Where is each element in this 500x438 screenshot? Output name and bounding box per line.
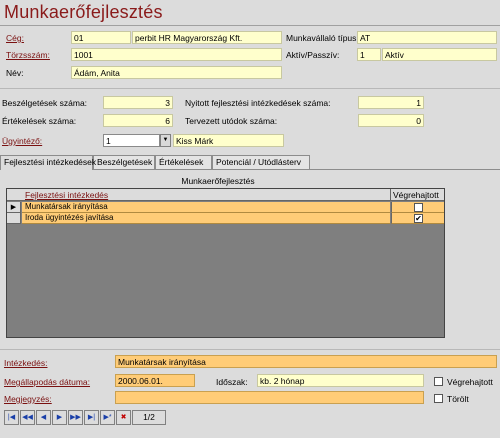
torolt-checkbox[interactable]: [434, 394, 443, 403]
ceg-code-field[interactable]: 01: [71, 31, 131, 44]
record-selector[interactable]: [7, 213, 21, 224]
next-record-icon[interactable]: ▶: [52, 410, 67, 425]
vegrehajtott-checkbox[interactable]: [414, 203, 423, 212]
tipus-label: Munkavállaló típus:: [286, 33, 359, 43]
ugyintezo-combo[interactable]: 1: [103, 134, 160, 147]
ceg-name-field[interactable]: perbit HR Magyarország Kft.: [132, 31, 282, 44]
tipus-field[interactable]: AT: [357, 31, 497, 44]
ertekelesek-label: Értékelések száma:: [2, 116, 77, 126]
page-title: Munkaerőfejlesztés: [4, 2, 163, 22]
tab-beszelgetesek[interactable]: Beszélgetések: [93, 155, 155, 169]
torzsszam-field[interactable]: 1001: [71, 48, 282, 61]
aktiv-label: Aktív/Passzív:: [286, 50, 340, 60]
tab-potencial-utodlasterv[interactable]: Potenciál / Utódlásterv: [212, 155, 310, 169]
tab-strip: Fejlesztési intézkedések Beszélgetések É…: [0, 155, 500, 170]
previous-page-icon[interactable]: ◀◀: [20, 410, 35, 425]
vegrehajtott-checkbox[interactable]: ✔: [414, 214, 423, 223]
vegrehajtott-detail-label: Végrehajtott: [447, 377, 493, 387]
delete-record-icon[interactable]: ✖: [116, 410, 131, 425]
last-record-icon[interactable]: ▶|: [84, 410, 99, 425]
datum-label: Megállapodás dátuma:: [4, 377, 91, 387]
record-selector-arrow-icon[interactable]: ▶: [7, 202, 21, 213]
tab-fejlesztesi-intezkedesek[interactable]: Fejlesztési intézkedések: [0, 155, 96, 170]
megjegyzes-field[interactable]: [115, 391, 424, 404]
row-text[interactable]: Iroda ügyintézés javítása: [22, 213, 390, 224]
ertekelesek-field: 6: [103, 114, 173, 127]
tab-ertekelesek[interactable]: Értékelések: [155, 155, 212, 169]
table-row[interactable]: ▶ Munkatársak irányítása: [7, 202, 444, 213]
header-divider: [0, 88, 500, 89]
grid-title: Munkaerőfejlesztés: [181, 176, 255, 186]
torzsszam-label: Törzsszám:: [6, 50, 50, 60]
aktiv-code-field[interactable]: 1: [357, 48, 381, 61]
title-divider: [0, 25, 500, 26]
row-check-cell: [391, 202, 444, 213]
column-divider: [390, 189, 391, 201]
datum-field[interactable]: 2000.06.01.: [115, 374, 195, 387]
detail-divider: [0, 349, 500, 350]
grid-header: Fejlesztési intézkedés Végrehajtott: [7, 189, 444, 201]
intezkedes-field[interactable]: Munkatársak irányítása: [115, 355, 497, 368]
vegrehajtott-detail-checkbox[interactable]: [434, 377, 443, 386]
intezkedes-label: Intézkedés:: [4, 358, 48, 368]
ugyintezo-name-field: Kiss Márk: [173, 134, 284, 147]
record-navigator: |◀ ◀◀ ◀ ▶ ▶▶ ▶| ▶* ✖ 1/2: [4, 410, 166, 426]
new-record-icon[interactable]: ▶*: [100, 410, 115, 425]
table-row[interactable]: Iroda ügyintézés javítása ✔: [7, 213, 444, 224]
column-header-intezkedes[interactable]: Fejlesztési intézkedés: [25, 190, 108, 200]
row-text[interactable]: Munkatársak irányítása: [22, 202, 390, 213]
chevron-down-icon[interactable]: ▼: [160, 134, 171, 147]
aktiv-text-field[interactable]: Aktív: [382, 48, 497, 61]
nyitott-label: Nyitott fejlesztési intézkedések száma:: [185, 98, 331, 108]
column-header-vegrehajtott[interactable]: Végrehajtott: [393, 190, 439, 200]
beszelgetesek-label: Beszélgetések száma:: [2, 98, 88, 108]
utodok-label: Tervezett utódok száma:: [185, 116, 278, 126]
previous-record-icon[interactable]: ◀: [36, 410, 51, 425]
next-page-icon[interactable]: ▶▶: [68, 410, 83, 425]
row-check-cell: ✔: [391, 213, 444, 224]
idoszak-label: Időszak:: [216, 377, 248, 387]
ceg-label: Cég:: [6, 33, 24, 43]
measures-grid: Fejlesztési intézkedés Végrehajtott ▶ Mu…: [6, 188, 445, 338]
ugyintezo-label: Ügyintéző:: [2, 136, 43, 146]
nev-label: Név:: [6, 68, 24, 78]
record-counter: 1/2: [132, 410, 166, 425]
torolt-label: Törölt: [447, 394, 469, 404]
utodok-field: 0: [358, 114, 424, 127]
idoszak-field[interactable]: kb. 2 hónap: [257, 374, 424, 387]
nyitott-field: 1: [358, 96, 424, 109]
beszelgetesek-field: 3: [103, 96, 173, 109]
first-record-icon[interactable]: |◀: [4, 410, 19, 425]
megjegyzes-label: Megjegyzés:: [4, 394, 52, 404]
nev-field[interactable]: Ádám, Anita: [71, 66, 282, 79]
